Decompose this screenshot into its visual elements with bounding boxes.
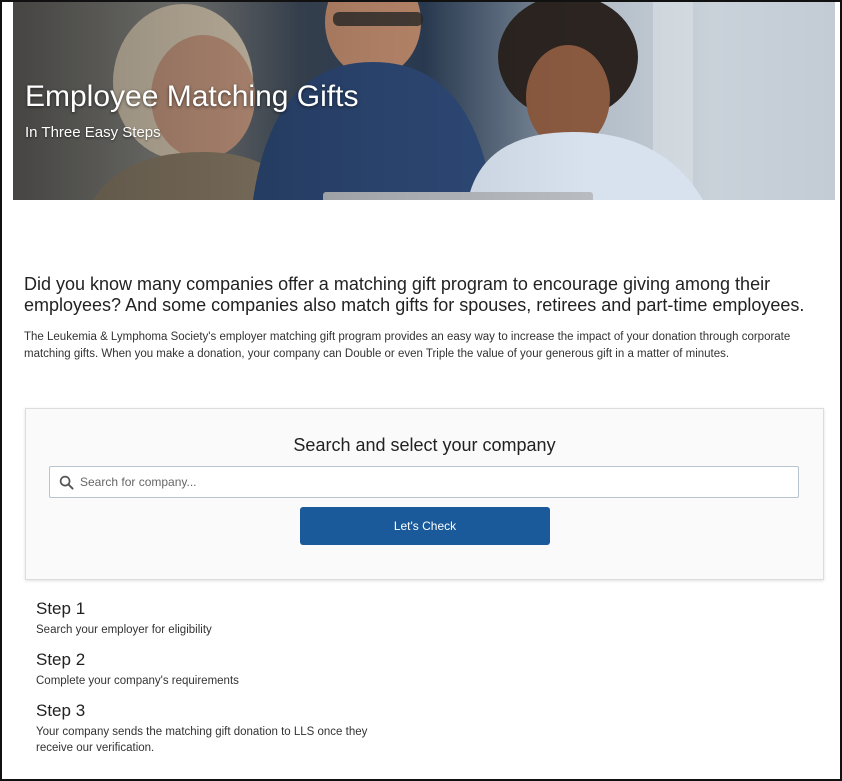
step-description: Complete your company's requirements xyxy=(36,675,239,687)
hero-title: Employee Matching Gifts xyxy=(25,80,359,113)
step-item: Step 1 Search your employer for eligibil… xyxy=(36,598,436,638)
intro-lead-text: Did you know many companies offer a matc… xyxy=(24,274,805,315)
company-search-card: Search and select your company Let's Che… xyxy=(25,408,824,580)
search-heading: Search and select your company xyxy=(293,435,556,455)
step-title: Step 1 xyxy=(36,599,86,618)
hero-subtitle: In Three Easy Steps xyxy=(25,124,161,141)
step-title: Step 3 xyxy=(36,701,86,720)
step-description: Your company sends the matching gift don… xyxy=(36,726,368,754)
search-field[interactable] xyxy=(49,466,799,498)
search-icon xyxy=(59,475,74,490)
hero-banner: Employee Matching Gifts In Three Easy St… xyxy=(13,2,835,200)
steps-list: Step 1 Search your employer for eligibil… xyxy=(36,598,436,767)
step-description: Search your employer for eligibility xyxy=(36,624,212,636)
intro-body-text: The Leukemia & Lymphoma Society's employ… xyxy=(24,331,791,360)
page-frame: Employee Matching Gifts In Three Easy St… xyxy=(0,0,842,781)
step-item: Step 3 Your company sends the matching g… xyxy=(36,700,436,756)
lets-check-button[interactable]: Let's Check xyxy=(300,507,550,545)
company-search-input[interactable] xyxy=(80,467,780,497)
step-title: Step 2 xyxy=(36,650,86,669)
step-item: Step 2 Complete your company's requireme… xyxy=(36,649,436,689)
